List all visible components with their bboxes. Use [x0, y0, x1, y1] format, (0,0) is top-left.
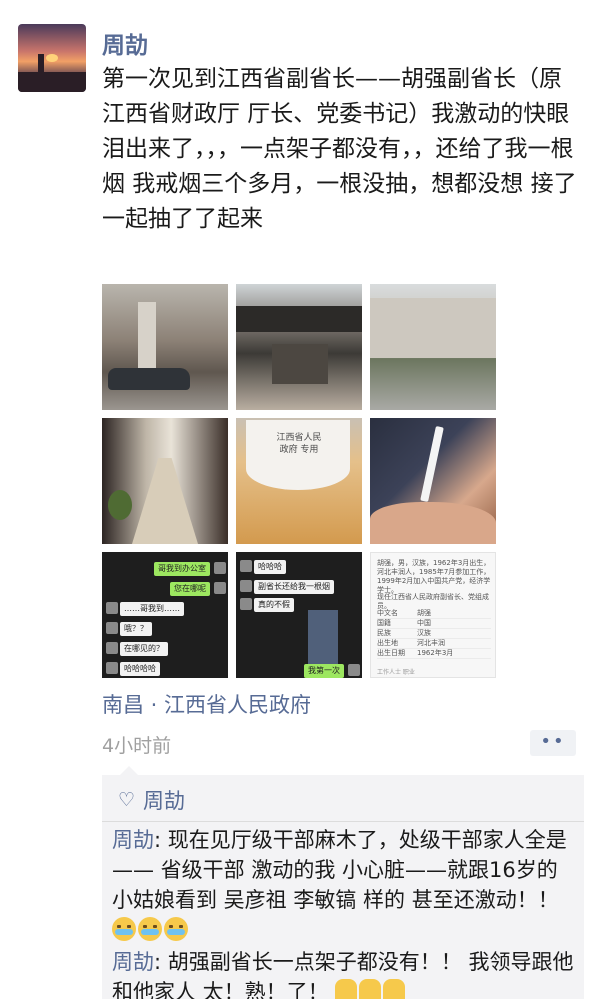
chat-avatar: [106, 642, 118, 654]
location-link[interactable]: 南昌 · 江西省人民政府: [102, 689, 311, 719]
comment-author[interactable]: 周劼: [112, 828, 154, 852]
chat-avatar: [348, 664, 360, 676]
doc-info-table: 中文名 胡强 国籍 中国 民族 汉族 出生地 河北丰润 出生日期 1962年3月: [377, 609, 491, 659]
photo-government-building-entrance-with-car[interactable]: [102, 284, 228, 410]
chat-message: ……哥我到……: [120, 602, 184, 616]
liker-name[interactable]: 周劼: [143, 785, 185, 815]
chat-avatar: [214, 582, 226, 594]
canopy-roof: [236, 306, 362, 332]
post-text: 第一次见到江西省副省长——胡强副省长（原江西省财政厅 厅长、党委书记）我激动的快…: [102, 66, 577, 232]
potted-plant: [108, 490, 132, 520]
photo-official-profile-document[interactable]: 胡强，男，汉族，1962年3月出生，河北丰润人，1985年7月参加工作，1999…: [370, 552, 496, 678]
photo-government-building-exterior[interactable]: [370, 284, 496, 410]
chat-avatar: [106, 662, 118, 674]
cigarette: [420, 425, 444, 503]
building-pillar: [138, 302, 156, 368]
doc-info-value: 河北丰润: [417, 639, 445, 647]
image-grid: 江西省人民政府 专用 哥我到办公室 您在哪呢 ……哥我到…… 哦？？ 在哪见的？…: [102, 284, 496, 680]
author-name[interactable]: 周劼: [102, 26, 148, 60]
chat-avatar: [240, 560, 252, 572]
divider: [102, 821, 584, 822]
comment-item[interactable]: 周劼: 胡强副省长一点架子都没有！！ 我领导跟他和他家人 太！熟！了！: [112, 947, 578, 999]
chat-message: 在哪见的？: [120, 642, 168, 656]
photo-building-entrance-canopy[interactable]: [236, 284, 362, 410]
panel-caret: [120, 766, 138, 775]
chat-avatar: [106, 622, 118, 634]
comment-text: 现在见厅级干部麻木了，处级干部家人全是—— 省级干部 激动的我 小心脏——就跟1…: [112, 828, 567, 912]
cup-print-text: 江西省人民政府 专用: [276, 433, 322, 455]
chat-avatar: [240, 580, 252, 592]
hand: [370, 502, 496, 544]
chat-message: 我第一次: [304, 664, 344, 678]
photo-chat-screenshot-2[interactable]: 哈哈哈 副省长还给我一根烟 真的不假 我第一次: [236, 552, 362, 678]
doc-info-key: 出生地: [377, 639, 398, 647]
photo-chat-screenshot-1[interactable]: 哥我到办公室 您在哪呢 ……哥我到…… 哦？？ 在哪见的？ 哈哈哈哈: [102, 552, 228, 678]
likes-comments-panel: ♡ 周劼 周劼: 现在见厅级干部麻木了，处级干部家人全是—— 省级干部 激动的我…: [102, 766, 584, 999]
chat-message: 哥我到办公室: [154, 562, 210, 576]
doc-paragraph: 胡强，男，汉族，1962年3月出生，河北丰润人，1985年7月参加工作，1999…: [377, 559, 491, 594]
crying-emoji-icon: [138, 917, 162, 941]
comment-separator: :: [154, 950, 168, 974]
photo-hand-holding-cigarette[interactable]: [370, 418, 496, 544]
thumbs-up-icon: [383, 979, 406, 999]
doc-info-key: 国籍: [377, 619, 391, 627]
heart-icon: ♡: [118, 789, 136, 811]
chat-message: 您在哪呢: [170, 582, 210, 596]
chat-avatar: [240, 598, 252, 610]
chat-avatar: [106, 602, 118, 614]
chat-message: 哦？？: [120, 622, 152, 636]
more-actions-button[interactable]: ••: [530, 730, 576, 756]
author-avatar[interactable]: [18, 24, 86, 92]
doc-info-value: 汉族: [417, 629, 431, 637]
likes-row: ♡ 周劼: [118, 785, 185, 815]
doc-info-value: 中国: [417, 619, 431, 627]
building-facade: [370, 298, 496, 358]
skyline-silhouette: [18, 72, 86, 92]
photo-office-corridor[interactable]: [102, 418, 228, 544]
chat-message: 哈哈哈: [254, 560, 286, 574]
chat-avatar: [214, 562, 226, 574]
chat-image: [308, 610, 338, 664]
doc-info-row: 国籍 中国: [377, 619, 491, 629]
doc-footer: 工作人士 职业: [377, 669, 415, 676]
doc-info-row: 出生地 河北丰润: [377, 639, 491, 649]
sunset-sun: [46, 54, 58, 62]
thumbs-up-icon: [335, 979, 358, 999]
doc-info-row: 出生日期 1962年3月: [377, 649, 491, 659]
crying-emoji-icon: [164, 917, 188, 941]
doc-info-value: 1962年3月: [417, 649, 454, 657]
car: [108, 368, 190, 390]
comment-author[interactable]: 周劼: [112, 950, 154, 974]
chat-message: 哈哈哈哈: [120, 662, 160, 676]
corridor-floor: [132, 458, 198, 544]
doc-info-key: 民族: [377, 629, 391, 637]
doc-info-value: 胡强: [417, 609, 431, 617]
photo-printed-paper-cup[interactable]: 江西省人民政府 专用: [236, 418, 362, 544]
doc-info-row: 中文名 胡强: [377, 609, 491, 619]
entrance-door: [272, 344, 328, 384]
crying-emoji-icon: [112, 917, 136, 941]
post-time: 4小时前: [102, 735, 172, 757]
doc-info-key: 出生日期: [377, 649, 405, 657]
comment-item[interactable]: 周劼: 现在见厅级干部麻木了，处级干部家人全是—— 省级干部 激动的我 小心脏—…: [112, 825, 578, 945]
thumbs-up-icon: [359, 979, 382, 999]
chat-message: 真的不假: [254, 598, 294, 612]
chat-message: 副省长还给我一根烟: [254, 580, 334, 594]
doc-info-key: 中文名: [377, 609, 398, 617]
comment-separator: :: [154, 828, 168, 852]
doc-info-row: 民族 汉族: [377, 629, 491, 639]
